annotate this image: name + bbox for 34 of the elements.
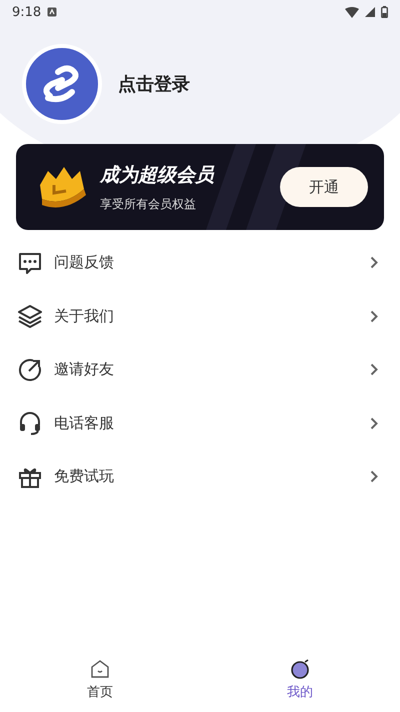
vip-banner[interactable]: 成为超级会员 享受所有会员权益 开通 xyxy=(16,144,384,230)
menu-label: 邀请好友 xyxy=(54,360,115,380)
nav-tab[interactable]: 首页 xyxy=(0,659,200,701)
chat-bubble-icon xyxy=(18,250,42,275)
notification-icon xyxy=(47,7,58,17)
signal-icon xyxy=(365,7,375,17)
activate-button[interactable]: 开通 xyxy=(280,167,368,207)
nav-tab[interactable]: 我的 xyxy=(200,659,400,701)
vip-subtitle: 享受所有会员权益 xyxy=(100,196,197,212)
vip-title: 成为超级会员 xyxy=(100,162,216,188)
chevron-right-icon xyxy=(370,470,378,484)
menu-label: 免费试玩 xyxy=(54,467,115,486)
wifi-icon xyxy=(345,6,359,18)
menu-item[interactable]: 电话客服 xyxy=(0,396,400,450)
chevron-right-icon xyxy=(370,416,378,430)
status-time: 9:18 xyxy=(12,4,42,20)
login-link[interactable]: 点击登录 xyxy=(118,72,190,96)
menu-item[interactable]: 关于我们 xyxy=(0,290,400,343)
menu-item[interactable]: 问题反馈 xyxy=(0,236,400,290)
menu-item[interactable]: 邀请好友 xyxy=(0,343,400,396)
menu-label: 问题反馈 xyxy=(54,253,115,272)
chevron-right-icon xyxy=(370,310,378,323)
share-circle-icon xyxy=(18,358,42,382)
chevron-right-icon xyxy=(370,256,378,270)
menu-item[interactable]: 免费试玩 xyxy=(0,450,400,504)
layers-icon xyxy=(18,304,42,328)
battery-icon xyxy=(381,6,388,18)
headset-icon xyxy=(18,411,42,436)
home-icon xyxy=(90,659,110,679)
chevron-right-icon xyxy=(370,363,378,376)
menu-label: 电话客服 xyxy=(54,414,115,433)
menu-label: 关于我们 xyxy=(54,306,115,326)
profile-face-icon xyxy=(290,659,310,679)
avatar[interactable] xyxy=(22,44,102,124)
